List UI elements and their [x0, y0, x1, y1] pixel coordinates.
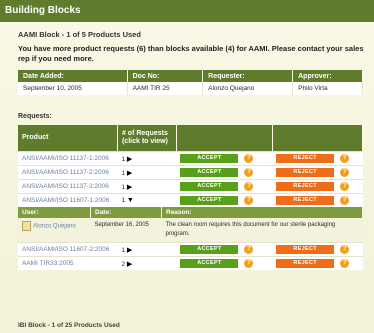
reject-button[interactable]: REJECT [276, 154, 335, 163]
info-icon[interactable]: ? [244, 196, 254, 205]
request-detail-row: User: Date: Reason: Alonzo Quejano Septe… [18, 207, 363, 243]
date-header: Date: [90, 207, 162, 218]
product-link[interactable]: ANSI/AAMI/ISO 11607-2:2006 [22, 246, 109, 253]
product-link[interactable]: ANSI/AAMI/ISO 11137-2:2006 [22, 169, 109, 176]
accept-button[interactable]: ACCEPT [180, 245, 239, 254]
main-content: AAMI Block - 1 of 5 Products Used You ha… [0, 22, 374, 333]
doc-no-value: AAMI TIR 25 [127, 82, 204, 95]
play-arrow-icon[interactable]: ▶ [127, 261, 132, 268]
accept-button[interactable]: ACCEPT [180, 182, 239, 191]
request-date: September 16, 2005 [90, 218, 162, 242]
accept-button[interactable]: ACCEPT [180, 154, 239, 163]
table-row: ANSI/AAMI/ISO 11137-3:2006 1 ▶ ACCEPT? R… [18, 179, 363, 194]
window-title: Building Blocks [0, 0, 374, 22]
product-header: Product [18, 125, 118, 152]
accept-button[interactable]: ACCEPT [180, 168, 239, 177]
doc-no-header: Doc No: [127, 70, 204, 82]
table-row: AAMI TIR33:2005 2 ▶ ACCEPT? REJECT? [18, 256, 363, 270]
reject-button[interactable]: REJECT [276, 182, 335, 191]
reject-col-header [272, 125, 364, 152]
requester-header: Requester: [202, 70, 294, 82]
requests-count-header: # of Requests (click to view) [117, 125, 177, 152]
request-detail-table: User: Date: Reason: Alonzo Quejano Septe… [18, 207, 363, 242]
reject-button[interactable]: REJECT [276, 245, 335, 254]
product-link[interactable]: ANSI/AAMI/ISO 11137-1:2006 [22, 155, 109, 162]
block-warning: You have more product requests (6) than … [18, 44, 364, 63]
block-info-table: Date Added: Doc No: Requester: Approver:… [18, 70, 363, 95]
requests-table: Product # of Requests (click to view) AN… [18, 125, 364, 270]
play-arrow-icon[interactable]: ▶ [127, 184, 132, 191]
request-reason: The clean room requires this document fo… [161, 218, 362, 242]
requester-value: Alonzo Quejano [202, 82, 294, 95]
product-link[interactable]: AAMI TIR33:2005 [22, 260, 74, 267]
info-icon[interactable]: ? [340, 259, 350, 268]
reject-button[interactable]: REJECT [276, 196, 335, 205]
document-icon [22, 221, 31, 231]
accept-button[interactable]: ACCEPT [180, 259, 239, 268]
request-count: 1 [121, 246, 126, 254]
table-row: ANSI/AAMI/ISO 11137-1:2006 1 ▶ ACCEPT? R… [18, 151, 363, 166]
reject-button[interactable]: REJECT [276, 259, 335, 268]
product-link[interactable]: ANSI/AAMI/ISO 11137-3:2006 [22, 183, 109, 190]
table-row: ANSI/AAMI/ISO 11607-2:2006 1 ▶ ACCEPT? R… [18, 242, 363, 257]
request-count: 1 [121, 155, 126, 163]
request-count: 1 [121, 169, 126, 177]
user-link[interactable]: Alonzo Quejano [33, 224, 76, 230]
request-count: 1 [121, 197, 126, 204]
request-count: 2 [121, 260, 126, 268]
play-arrow-icon[interactable]: ▶ [127, 170, 132, 177]
play-arrow-icon[interactable]: ▶ [127, 247, 132, 254]
next-block-header: IBI Block - 1 of 25 Products Used [18, 322, 120, 329]
approver-header: Approver: [292, 70, 363, 82]
reason-header: Reason: [161, 207, 363, 218]
date-added-value: September 10, 2005 [18, 82, 128, 95]
block-header: AAMI Block - 1 of 5 Products Used [18, 30, 141, 39]
approver-value: Philo Virta [292, 82, 363, 95]
info-icon[interactable]: ? [340, 182, 350, 191]
table-row: ANSI/AAMI/ISO 11137-2:2006 1 ▶ ACCEPT? R… [18, 165, 363, 180]
accept-col-header [176, 125, 273, 152]
user-header: User: [18, 207, 91, 218]
info-icon[interactable]: ? [244, 154, 254, 163]
expanded-arrow-icon[interactable]: ▼ [127, 197, 134, 204]
info-icon[interactable]: ? [340, 196, 350, 205]
info-icon[interactable]: ? [244, 245, 254, 254]
play-arrow-icon[interactable]: ▶ [127, 156, 132, 163]
info-icon[interactable]: ? [340, 168, 350, 177]
product-link[interactable]: ANSI/AAMI/ISO 11607-1:2006 [22, 197, 109, 204]
info-icon[interactable]: ? [244, 182, 254, 191]
requests-label: Requests: [18, 113, 52, 120]
table-row: ANSI/AAMI/ISO 11607-1:2006 1 ▼ ACCEPT? R… [18, 193, 363, 207]
accept-button[interactable]: ACCEPT [180, 196, 239, 205]
reject-button[interactable]: REJECT [276, 168, 335, 177]
request-count: 1 [121, 183, 126, 191]
info-icon[interactable]: ? [244, 168, 254, 177]
info-icon[interactable]: ? [244, 259, 254, 268]
info-icon[interactable]: ? [340, 154, 350, 163]
date-added-header: Date Added: [18, 70, 128, 82]
info-icon[interactable]: ? [340, 245, 350, 254]
